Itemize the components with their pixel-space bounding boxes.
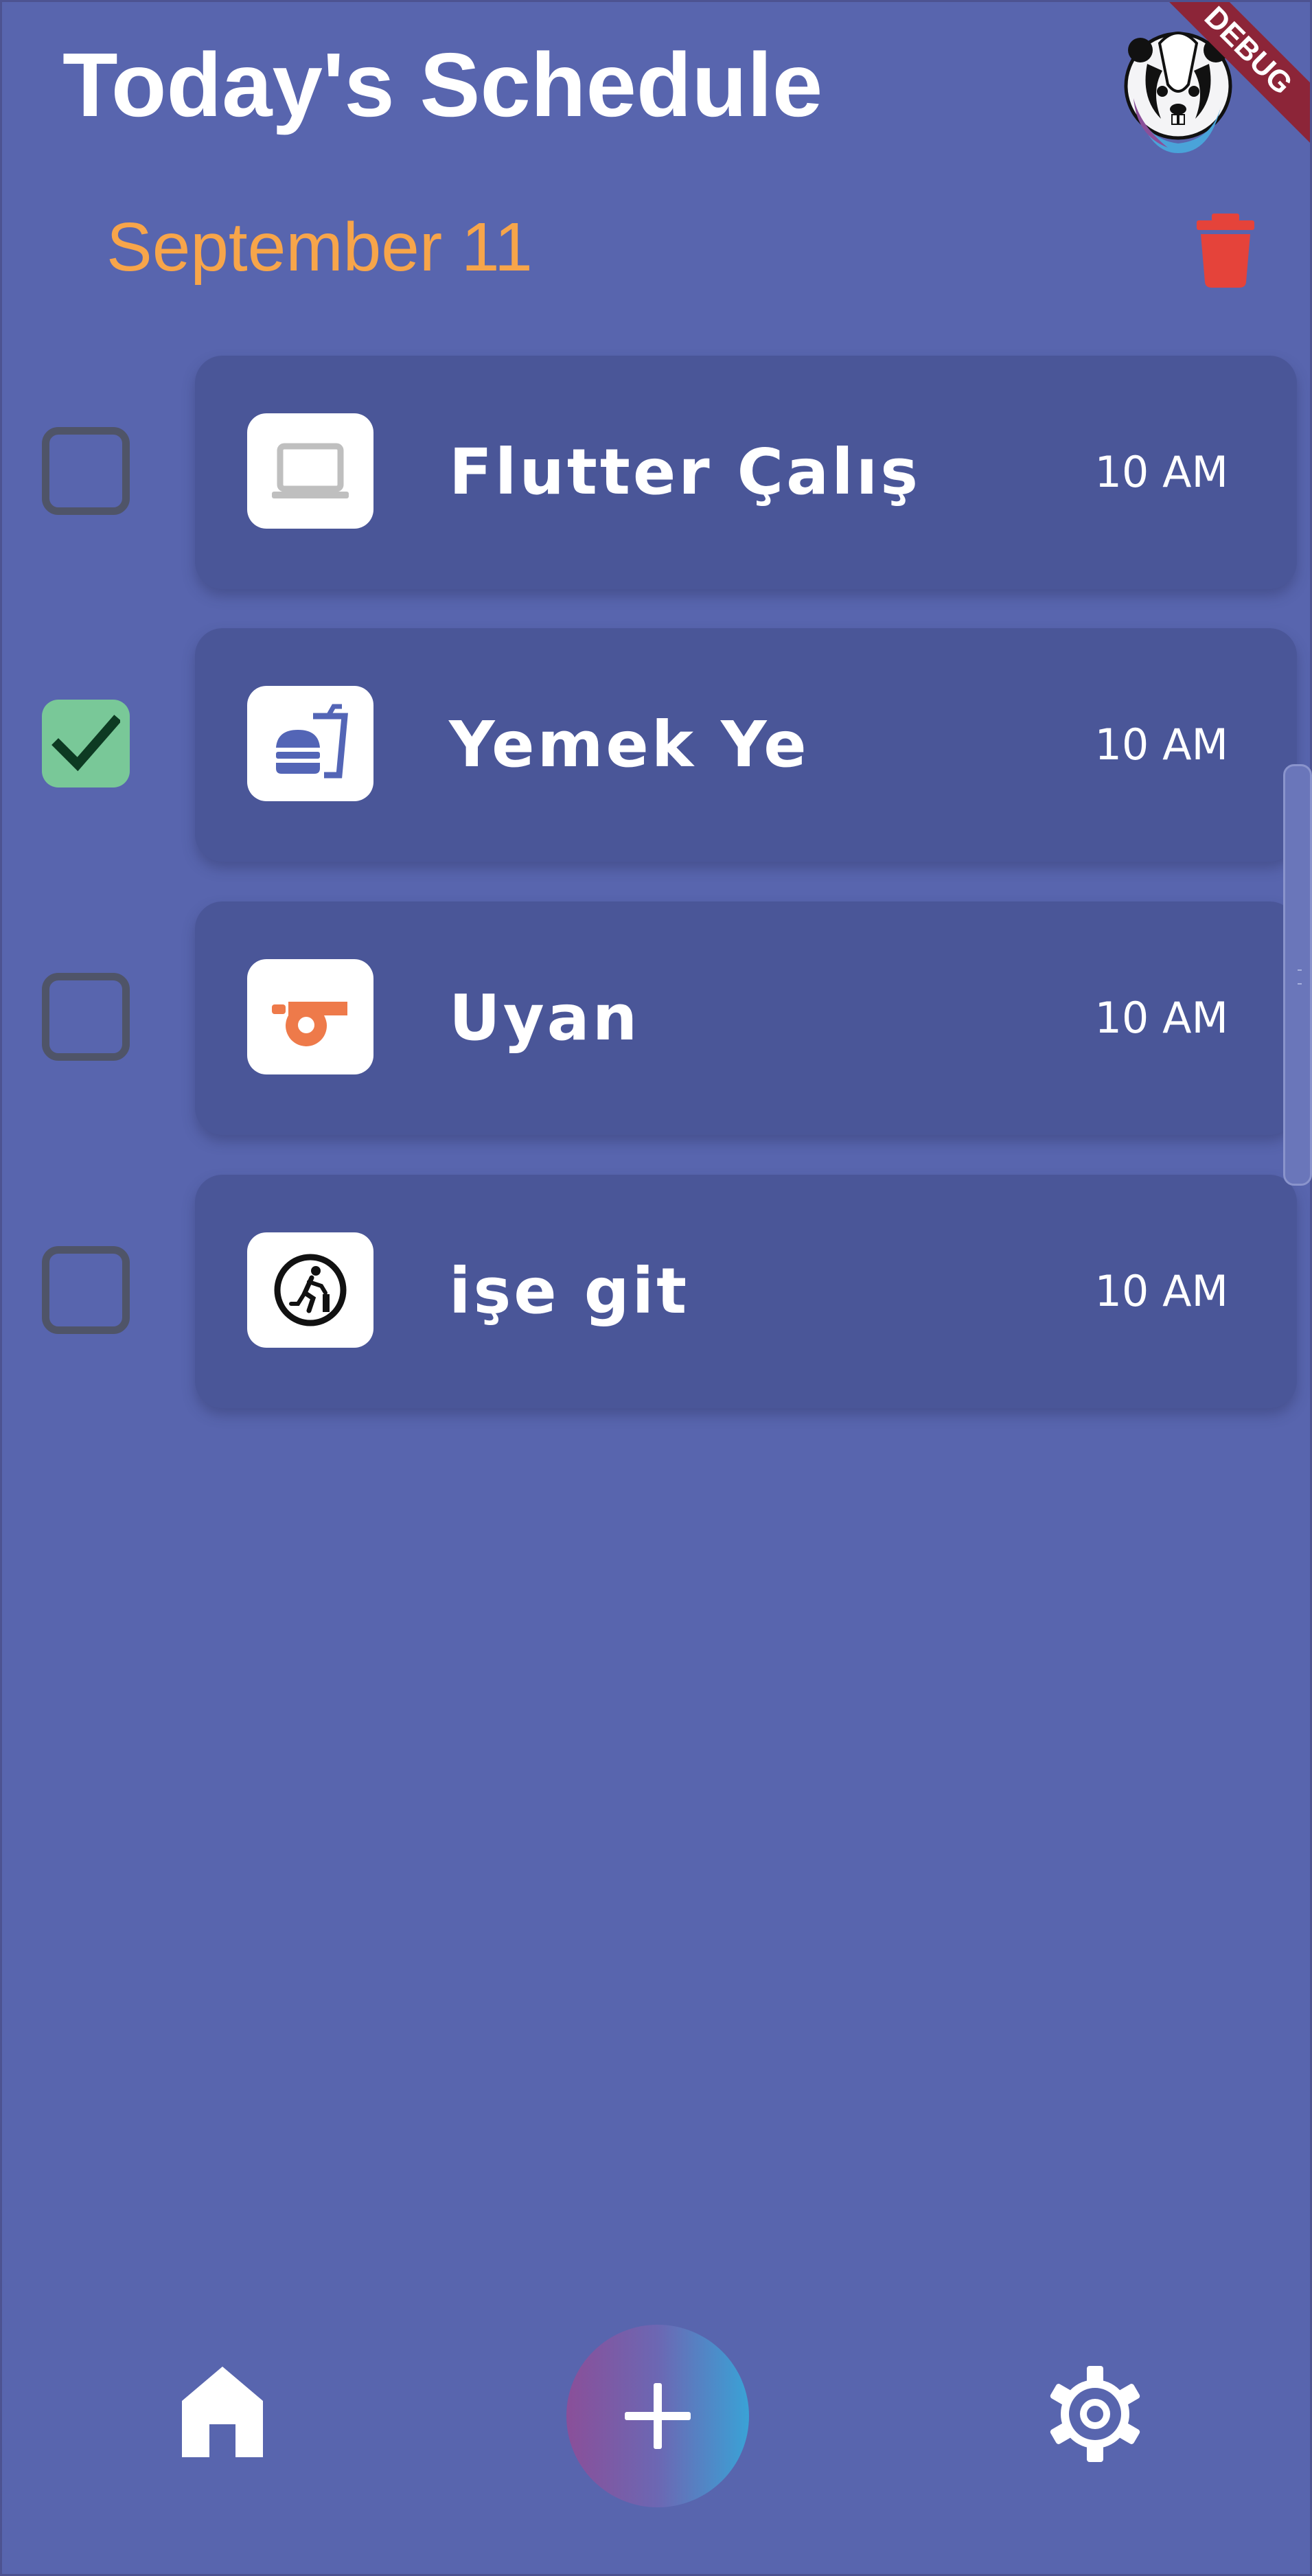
task-checkbox[interactable] [42, 973, 130, 1061]
task-card[interactable]: Flutter Çalış 10 AM [195, 356, 1297, 589]
scrollbar-grip [1298, 969, 1302, 985]
task-icon-box [247, 959, 373, 1074]
task-row: Uyan 10 AM [2, 901, 1312, 1142]
task-row: işe git 10 AM [2, 1175, 1312, 1415]
task-checkbox[interactable] [42, 1246, 130, 1334]
task-time: 10 AM [1094, 1266, 1228, 1316]
running-exit-icon [274, 1254, 347, 1326]
task-checkbox[interactable] [42, 427, 130, 515]
task-card[interactable]: Uyan 10 AM [195, 901, 1297, 1135]
task-icon-box [247, 413, 373, 529]
add-task-button[interactable] [566, 2325, 749, 2507]
task-title: işe git [449, 1254, 690, 1328]
fastfood-icon [276, 704, 348, 779]
task-time: 10 AM [1094, 720, 1228, 770]
task-time: 10 AM [1094, 993, 1228, 1043]
task-checkbox-checked[interactable] [42, 700, 130, 787]
task-time: 10 AM [1094, 447, 1228, 497]
laptop-icon [272, 443, 349, 498]
task-title: Uyan [449, 981, 641, 1055]
task-title: Yemek Ye [449, 708, 809, 781]
task-icon-box [247, 1232, 373, 1348]
task-card[interactable]: Yemek Ye 10 AM [195, 628, 1297, 862]
debug-banner: DEBUG [1159, 2, 1310, 153]
trash-icon[interactable] [1197, 214, 1254, 288]
page-title: Today's Schedule [62, 34, 823, 135]
current-date: September 11 [106, 209, 533, 286]
whistle-icon [272, 1002, 347, 1046]
gear-icon[interactable] [1047, 2364, 1143, 2464]
task-row: Flutter Çalış 10 AM [2, 356, 1312, 596]
app-screen: Today's Schedule DEBUG September 11 Flut… [0, 0, 1312, 2576]
debug-banner-label: DEBUG [1159, 2, 1310, 153]
task-title: Flutter Çalış [449, 435, 921, 509]
checkmark-icon [51, 715, 120, 772]
task-card[interactable]: işe git 10 AM [195, 1175, 1297, 1408]
plus-icon [625, 2383, 691, 2449]
task-icon-box [247, 686, 373, 801]
scrollbar[interactable] [1283, 764, 1312, 1186]
home-icon[interactable] [179, 2364, 266, 2460]
task-row: Yemek Ye 10 AM [2, 628, 1312, 869]
